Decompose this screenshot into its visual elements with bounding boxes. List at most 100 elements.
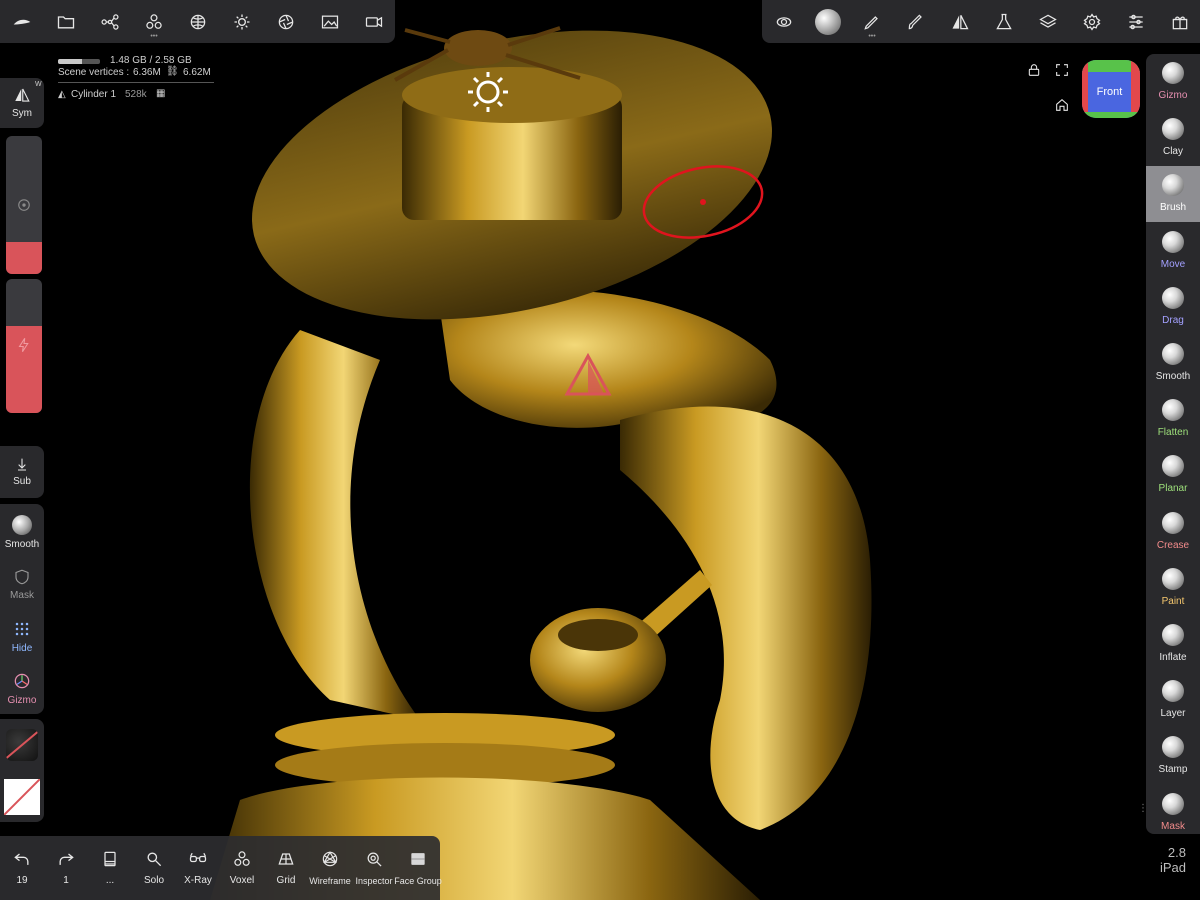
background-button[interactable]: [318, 0, 342, 43]
tool-planar[interactable]: Planar: [1146, 447, 1200, 503]
tool-clay[interactable]: Clay: [1146, 110, 1200, 166]
logo-icon: [13, 19, 31, 24]
toggle-face-group[interactable]: Face Group: [394, 836, 442, 900]
tool-stamp[interactable]: Stamp: [1146, 728, 1200, 784]
symmetry-button[interactable]: [946, 0, 974, 43]
video-camera-icon: [365, 16, 383, 27]
tool-inflate[interactable]: Inflate: [1146, 616, 1200, 672]
radius-slider[interactable]: [6, 136, 42, 274]
wireframe-icon: [322, 851, 338, 867]
sub-panel: Sub: [0, 446, 44, 498]
tool-label: Flatten: [1157, 427, 1189, 439]
arrow-down-icon: [18, 458, 26, 471]
filters-button[interactable]: [990, 0, 1018, 43]
tool-flatten[interactable]: Flatten: [1146, 391, 1200, 447]
toggle-inspector[interactable]: Inspector: [352, 836, 396, 900]
intensity-slider[interactable]: [6, 279, 42, 413]
toggle-label: Face Group: [394, 876, 442, 886]
mask-quick-button[interactable]: Mask: [0, 560, 44, 610]
x-ray-icon: [189, 852, 207, 863]
bottom-toolbar: 19 1 ... Solo X-Ray Voxel Grid Wireframe Insp…: [0, 836, 442, 900]
home-icon[interactable]: [1054, 97, 1070, 118]
toggle-x-ray[interactable]: X-Ray: [176, 836, 220, 900]
stroke-button[interactable]: •••: [858, 0, 886, 43]
tool-label: Planar: [1158, 483, 1188, 495]
scene-vertices-label: Scene vertices :: [58, 67, 130, 78]
sub-button[interactable]: Sub: [0, 446, 44, 498]
object-mesh-icon: ◭: [58, 89, 66, 100]
view-cube-right-face: [1131, 60, 1140, 118]
layer-ball-icon: [1162, 680, 1184, 703]
tool-settings-button[interactable]: [770, 0, 798, 43]
toggle-wireframe[interactable]: Wireframe: [308, 836, 352, 900]
tool-label: Paint: [1161, 595, 1185, 607]
brush-preview-button[interactable]: [812, 0, 844, 43]
scene-button[interactable]: [98, 0, 122, 43]
help-button[interactable]: [1166, 0, 1194, 43]
radius-slider-fill: [6, 242, 42, 274]
pencil-icon: [864, 15, 878, 30]
hide-quick-button[interactable]: Hide: [0, 612, 44, 662]
undo-button[interactable]: 19: [0, 836, 44, 900]
tool-label: Gizmo: [1158, 90, 1188, 101]
tool-move[interactable]: Move: [1146, 223, 1200, 279]
redo-button[interactable]: 1: [44, 836, 88, 900]
gizmo-quick-button[interactable]: Gizmo: [0, 664, 44, 714]
tool-paint[interactable]: Paint: [1146, 560, 1200, 616]
topology-button[interactable]: •••: [142, 0, 166, 43]
redo-count: 1: [63, 875, 69, 886]
settings-button[interactable]: [1078, 0, 1106, 43]
smooth-quick-button[interactable]: Smooth: [0, 508, 44, 558]
right-tools-panel: Gizmo Clay Brush Move Drag Smooth Flatten Plana…: [1146, 54, 1200, 834]
tool-drag[interactable]: Drag: [1146, 279, 1200, 335]
undo-count: 19: [16, 875, 28, 886]
tool-gizmo[interactable]: Gizmo: [1146, 54, 1200, 110]
color-swatch[interactable]: [4, 779, 40, 815]
sliders-icon: [1129, 14, 1143, 29]
planar-ball-icon: [1162, 455, 1184, 478]
tool-label: Brush: [1159, 202, 1187, 214]
tool-layer[interactable]: Layer: [1146, 672, 1200, 728]
top-right-toolbar: •••: [762, 0, 1200, 43]
brush-preview-ball-icon: [815, 8, 841, 35]
interface-button[interactable]: [1122, 0, 1150, 43]
toggle-voxel[interactable]: Voxel: [220, 836, 264, 900]
version-device: iPad: [1159, 860, 1186, 875]
grid-icon: [278, 853, 294, 865]
camera-button[interactable]: [362, 0, 386, 43]
matcap-swatch[interactable]: [6, 729, 38, 761]
object-name[interactable]: Cylinder 1: [71, 89, 116, 100]
solo-icon: [147, 852, 162, 867]
viewport-3d-model[interactable]: [0, 0, 1200, 900]
lock-icon[interactable]: [1026, 62, 1042, 81]
smooth-ball-icon: [1162, 343, 1184, 365]
memory-usage: 1.48 GB / 2.58 GB: [110, 55, 192, 66]
radius-target-icon: [18, 199, 30, 211]
history-more-label: ...: [105, 875, 115, 886]
painting-button[interactable]: [902, 0, 930, 43]
postprocess-button[interactable]: [274, 0, 298, 43]
lighting-button[interactable]: [230, 0, 254, 43]
tool-brush[interactable]: Brush: [1146, 166, 1200, 223]
flask-icon: [996, 13, 1012, 29]
toggle-solo[interactable]: Solo: [132, 836, 176, 900]
hide-quick-label: Hide: [11, 643, 33, 654]
files-button[interactable]: [54, 0, 78, 43]
view-cube[interactable]: Front: [1082, 60, 1140, 118]
tool-smooth[interactable]: Smooth: [1146, 335, 1200, 391]
stats-divider: [58, 82, 214, 83]
toggle-grid[interactable]: Grid: [264, 836, 308, 900]
tool-crease[interactable]: Crease: [1146, 504, 1200, 560]
tool-mask[interactable]: Mask: [1146, 785, 1200, 841]
paint-ball-icon: [1162, 567, 1184, 590]
fullscreen-icon[interactable]: [1054, 62, 1070, 83]
history-more-button[interactable]: ...: [88, 836, 132, 900]
logo-menu-button[interactable]: [10, 0, 34, 43]
swatch-slash-icon: [6, 730, 38, 760]
layers-icon: [1039, 14, 1057, 28]
layers-button[interactable]: [1034, 0, 1062, 43]
toggle-label: Voxel: [229, 875, 255, 886]
paint-brush-icon: [908, 13, 922, 29]
material-button[interactable]: [186, 0, 210, 43]
symmetry-icon: [952, 14, 969, 29]
